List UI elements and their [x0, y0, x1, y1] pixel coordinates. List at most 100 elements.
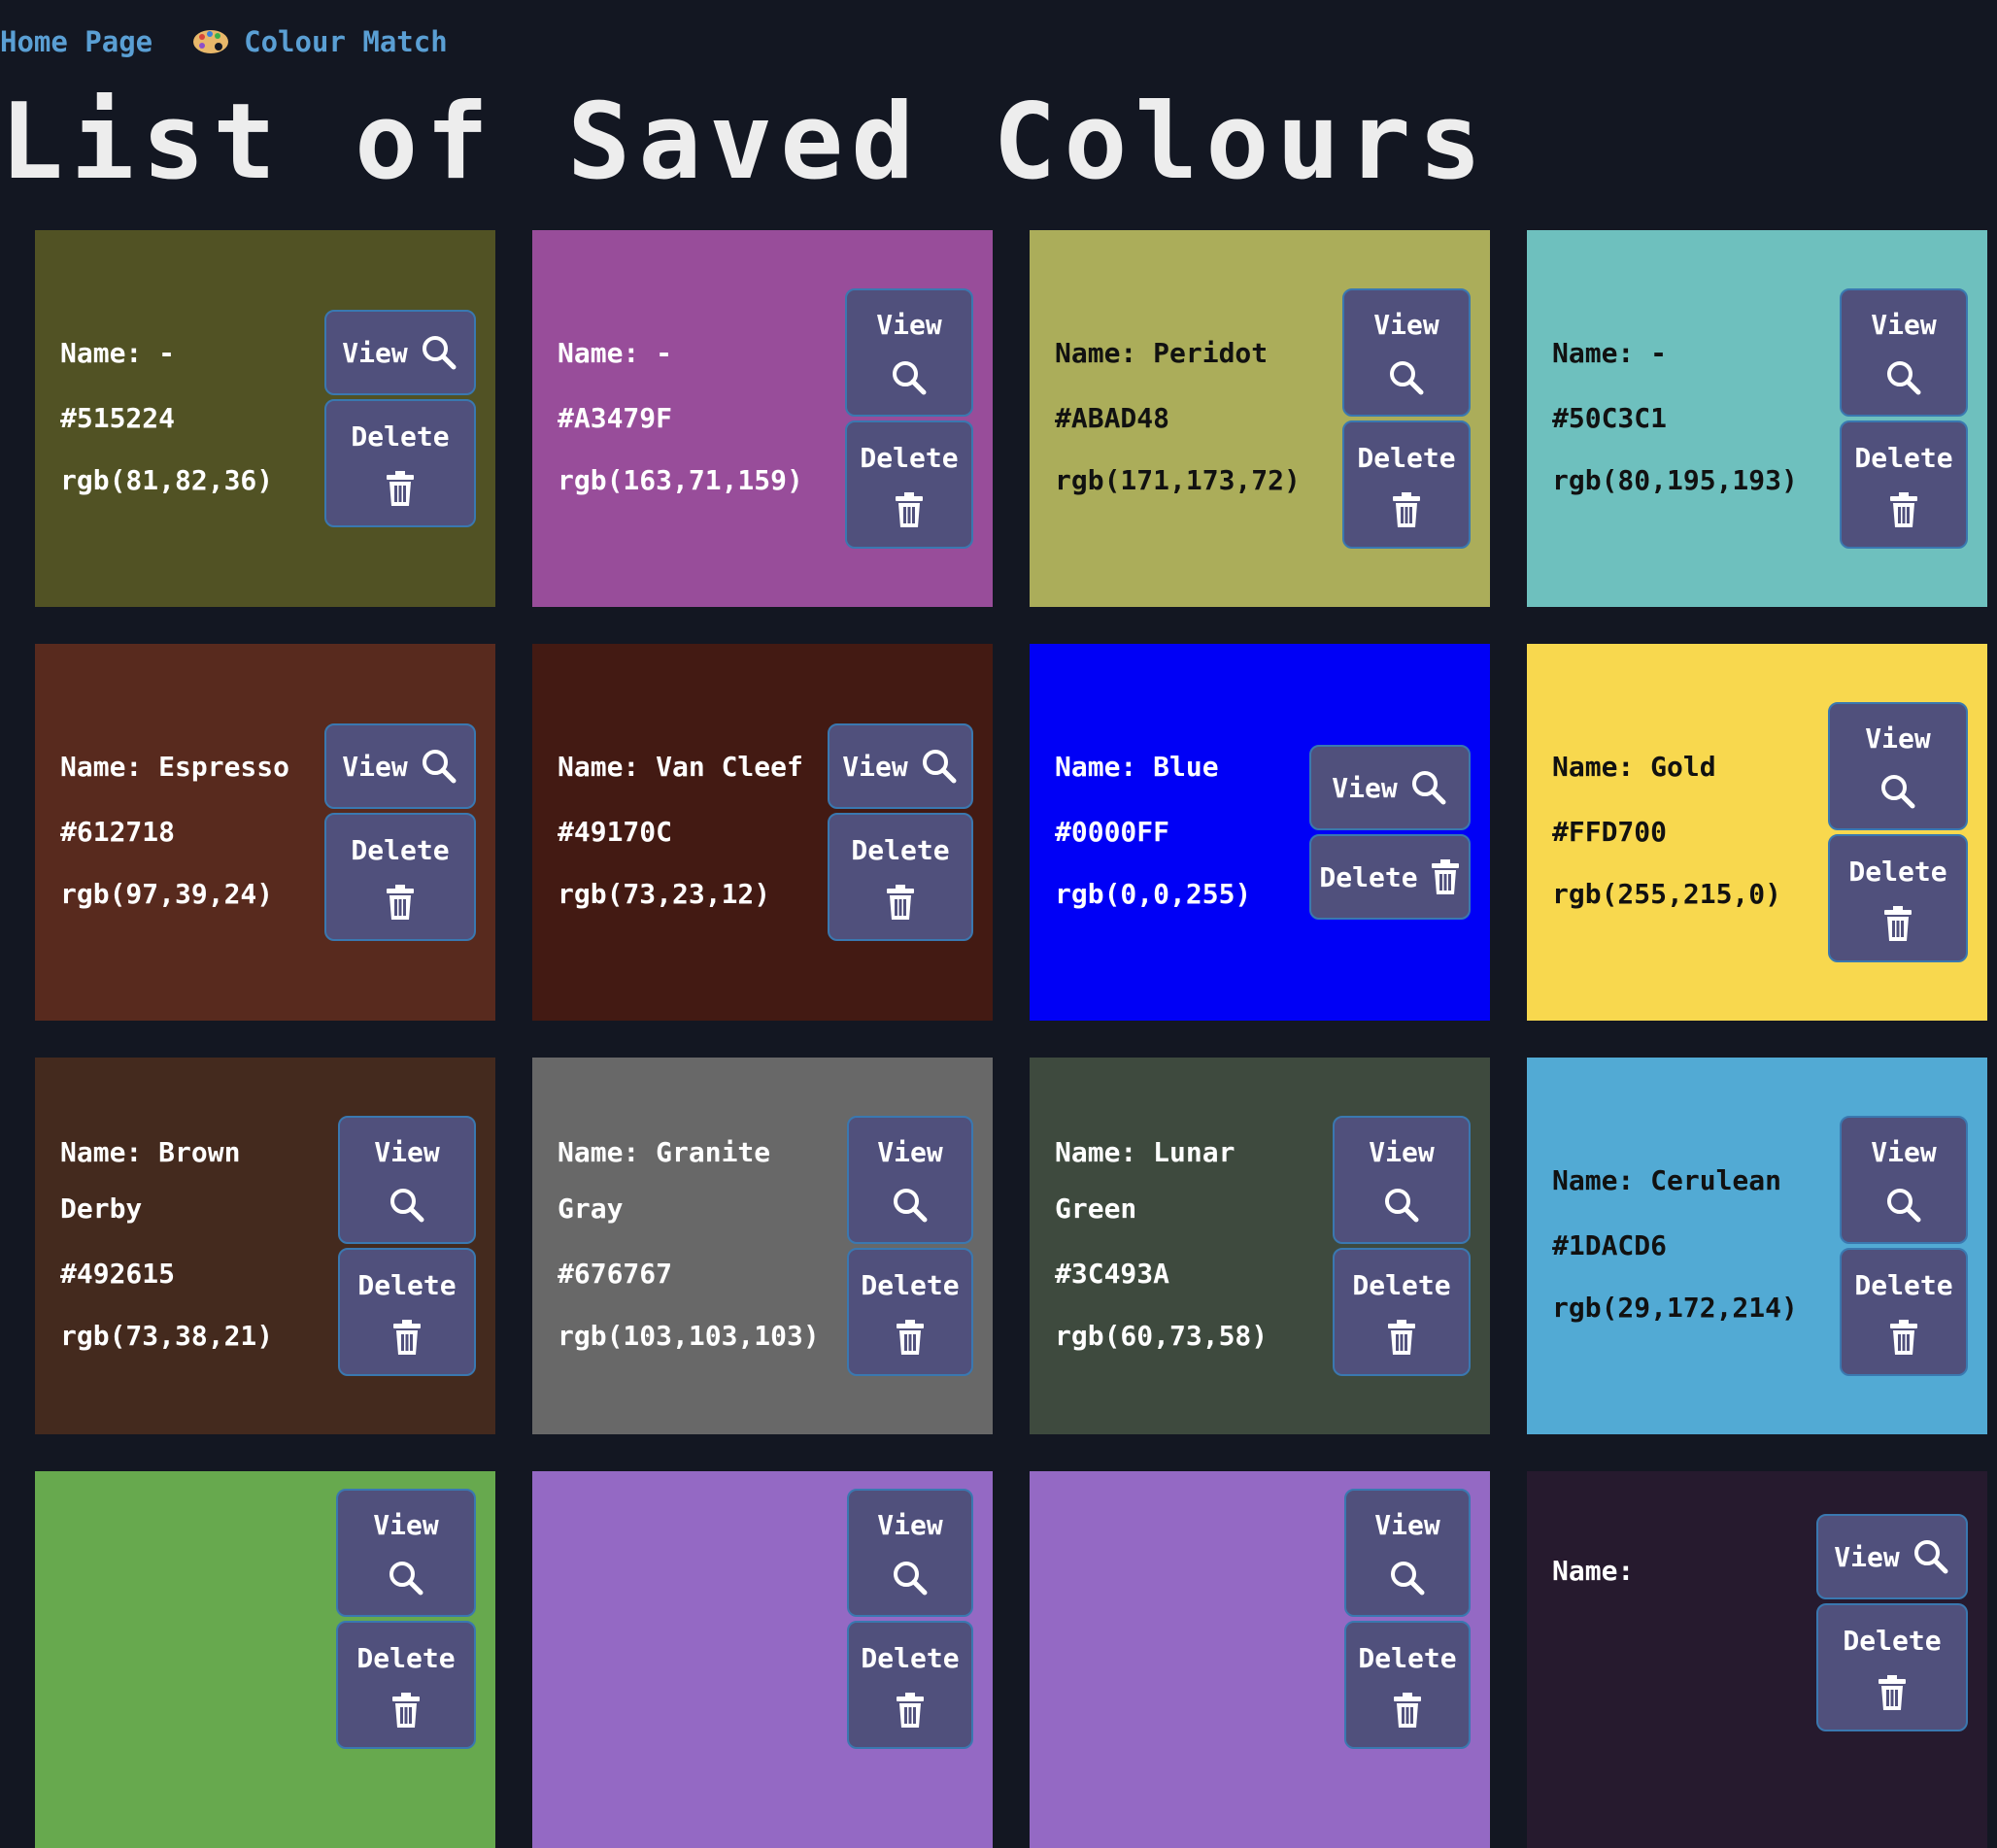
view-button[interactable]: View — [1344, 1489, 1471, 1617]
delete-button[interactable]: Delete — [828, 813, 973, 941]
colour-match-link[interactable]: Colour Match — [191, 25, 448, 58]
colour-info: Name: Espresso #612718 rgb(97,39,24) — [60, 739, 324, 925]
delete-button[interactable]: Delete — [1840, 1248, 1968, 1376]
search-icon — [893, 360, 927, 394]
delete-label: Delete — [860, 441, 959, 474]
colour-rgb: rgb(163,71,159) — [558, 464, 803, 496]
delete-button[interactable]: Delete — [1342, 420, 1471, 549]
view-button[interactable]: View — [845, 288, 973, 417]
colour-card: Name: Lunar Green #3C493A rgb(60,73,58) Vie… — [1030, 1058, 1490, 1434]
delete-button[interactable]: Delete — [845, 420, 973, 549]
view-button[interactable]: View — [324, 310, 476, 395]
view-label: View — [1834, 1540, 1900, 1573]
search-icon — [422, 750, 457, 784]
search-icon — [422, 336, 457, 370]
delete-button[interactable]: Delete — [324, 813, 476, 941]
colour-info: Name: Van Cleef #49170C rgb(73,23,12) — [558, 739, 828, 925]
trash-icon — [387, 884, 414, 920]
colour-card: Name: Gold #FFD700 rgb(255,215,0) View Delet… — [1527, 644, 1987, 1021]
delete-button[interactable]: Delete — [1344, 1621, 1471, 1749]
view-button[interactable]: View — [1309, 745, 1471, 830]
view-button[interactable]: View — [1840, 288, 1968, 417]
view-label: View — [1369, 1135, 1435, 1168]
delete-label: Delete — [357, 1268, 457, 1301]
search-icon — [894, 1188, 928, 1222]
trash-icon — [897, 1319, 924, 1355]
search-icon — [1411, 771, 1446, 805]
colour-card: Name: Brown Derby #492615 rgb(73,38,21) Vie… — [35, 1058, 495, 1434]
trash-icon — [1431, 859, 1459, 894]
colour-rgb: rgb(80,195,193) — [1552, 464, 1798, 496]
delete-button[interactable]: Delete — [847, 1248, 973, 1376]
colour-name: Name: Gold — [1552, 751, 1716, 783]
colour-hex: #50C3C1 — [1552, 402, 1668, 434]
colour-info: Name: - #A3479F rgb(163,71,159) — [558, 325, 845, 512]
delete-label: Delete — [356, 1641, 456, 1674]
delete-button[interactable]: Delete — [1333, 1248, 1471, 1376]
colour-grid: Name: - #515224 rgb(81,82,36) View Delete Nam… — [35, 230, 1987, 1848]
delete-label: Delete — [1848, 855, 1947, 888]
colour-name: Name: Blue — [1055, 751, 1219, 783]
view-button[interactable]: View — [847, 1489, 973, 1617]
view-label: View — [342, 336, 408, 369]
trash-icon — [1890, 491, 1917, 527]
trash-icon — [897, 1692, 924, 1728]
delete-button[interactable]: Delete — [1828, 834, 1968, 962]
card-actions: View Delete — [1828, 702, 1968, 962]
colour-info: Name: Lunar Green #3C493A rgb(60,73,58) — [1055, 1125, 1333, 1367]
view-button[interactable]: View — [1333, 1116, 1471, 1244]
card-actions: View Delete — [1840, 1116, 1968, 1376]
card-actions: View Delete — [828, 723, 973, 941]
colour-hex: #A3479F — [558, 402, 673, 434]
colour-hex: #49170C — [558, 816, 673, 848]
delete-button[interactable]: Delete — [1840, 420, 1968, 549]
colour-card: Name: - #A3479F rgb(163,71,159) View Delete — [532, 230, 993, 607]
delete-label: Delete — [1352, 1268, 1451, 1301]
delete-button[interactable]: Delete — [847, 1621, 973, 1749]
delete-label: Delete — [1843, 1624, 1942, 1657]
delete-button[interactable]: Delete — [324, 399, 476, 527]
home-page-link[interactable]: Home Page — [0, 25, 152, 58]
colour-name: Name: - — [60, 337, 176, 369]
colour-card: View Delete — [1030, 1471, 1490, 1848]
view-label: View — [842, 750, 908, 783]
card-actions: View Delete — [847, 1489, 973, 1749]
view-button[interactable]: View — [1342, 288, 1471, 417]
trash-icon — [1394, 1692, 1421, 1728]
colour-info: Name: Cerulean #1DACD6 rgb(29,172,214) — [1552, 1153, 1840, 1339]
colour-card: Name: Van Cleef #49170C rgb(73,23,12) View D… — [532, 644, 993, 1021]
colour-name: Name: Cerulean — [1552, 1164, 1782, 1196]
delete-label: Delete — [351, 833, 450, 866]
view-button[interactable]: View — [1816, 1514, 1968, 1599]
view-button[interactable]: View — [1828, 702, 1968, 830]
card-actions: View Delete — [336, 1489, 476, 1749]
delete-button[interactable]: Delete — [336, 1621, 476, 1749]
delete-button[interactable]: Delete — [1309, 834, 1471, 920]
search-icon — [1881, 774, 1915, 808]
colour-card: Name: - #515224 rgb(81,82,36) View Delete — [35, 230, 495, 607]
view-label: View — [877, 1135, 943, 1168]
trash-icon — [1890, 1319, 1917, 1355]
colour-rgb: rgb(97,39,24) — [60, 878, 274, 910]
colour-rgb: rgb(0,0,255) — [1055, 878, 1252, 910]
view-button[interactable]: View — [847, 1116, 973, 1244]
colour-hex: #515224 — [60, 402, 176, 434]
view-button[interactable]: View — [336, 1489, 476, 1617]
delete-button[interactable]: Delete — [338, 1248, 476, 1376]
view-button[interactable]: View — [828, 723, 973, 809]
view-label: View — [1865, 722, 1931, 755]
view-label: View — [374, 1135, 440, 1168]
card-actions: View Delete — [324, 310, 476, 527]
view-button[interactable]: View — [338, 1116, 476, 1244]
palette-icon — [193, 30, 229, 53]
view-button[interactable]: View — [1840, 1116, 1968, 1244]
card-actions: View Delete — [1344, 1489, 1471, 1749]
colour-name: Name: - — [1552, 337, 1668, 369]
delete-label: Delete — [851, 833, 950, 866]
colour-rgb: rgb(29,172,214) — [1552, 1292, 1798, 1324]
delete-button[interactable]: Delete — [1816, 1603, 1968, 1731]
view-button[interactable]: View — [324, 723, 476, 809]
colour-card: Name: Cerulean #1DACD6 rgb(29,172,214) View… — [1527, 1058, 1987, 1434]
colour-hex: #492615 — [60, 1258, 176, 1290]
colour-info: Name: Gold #FFD700 rgb(255,215,0) — [1552, 739, 1828, 925]
